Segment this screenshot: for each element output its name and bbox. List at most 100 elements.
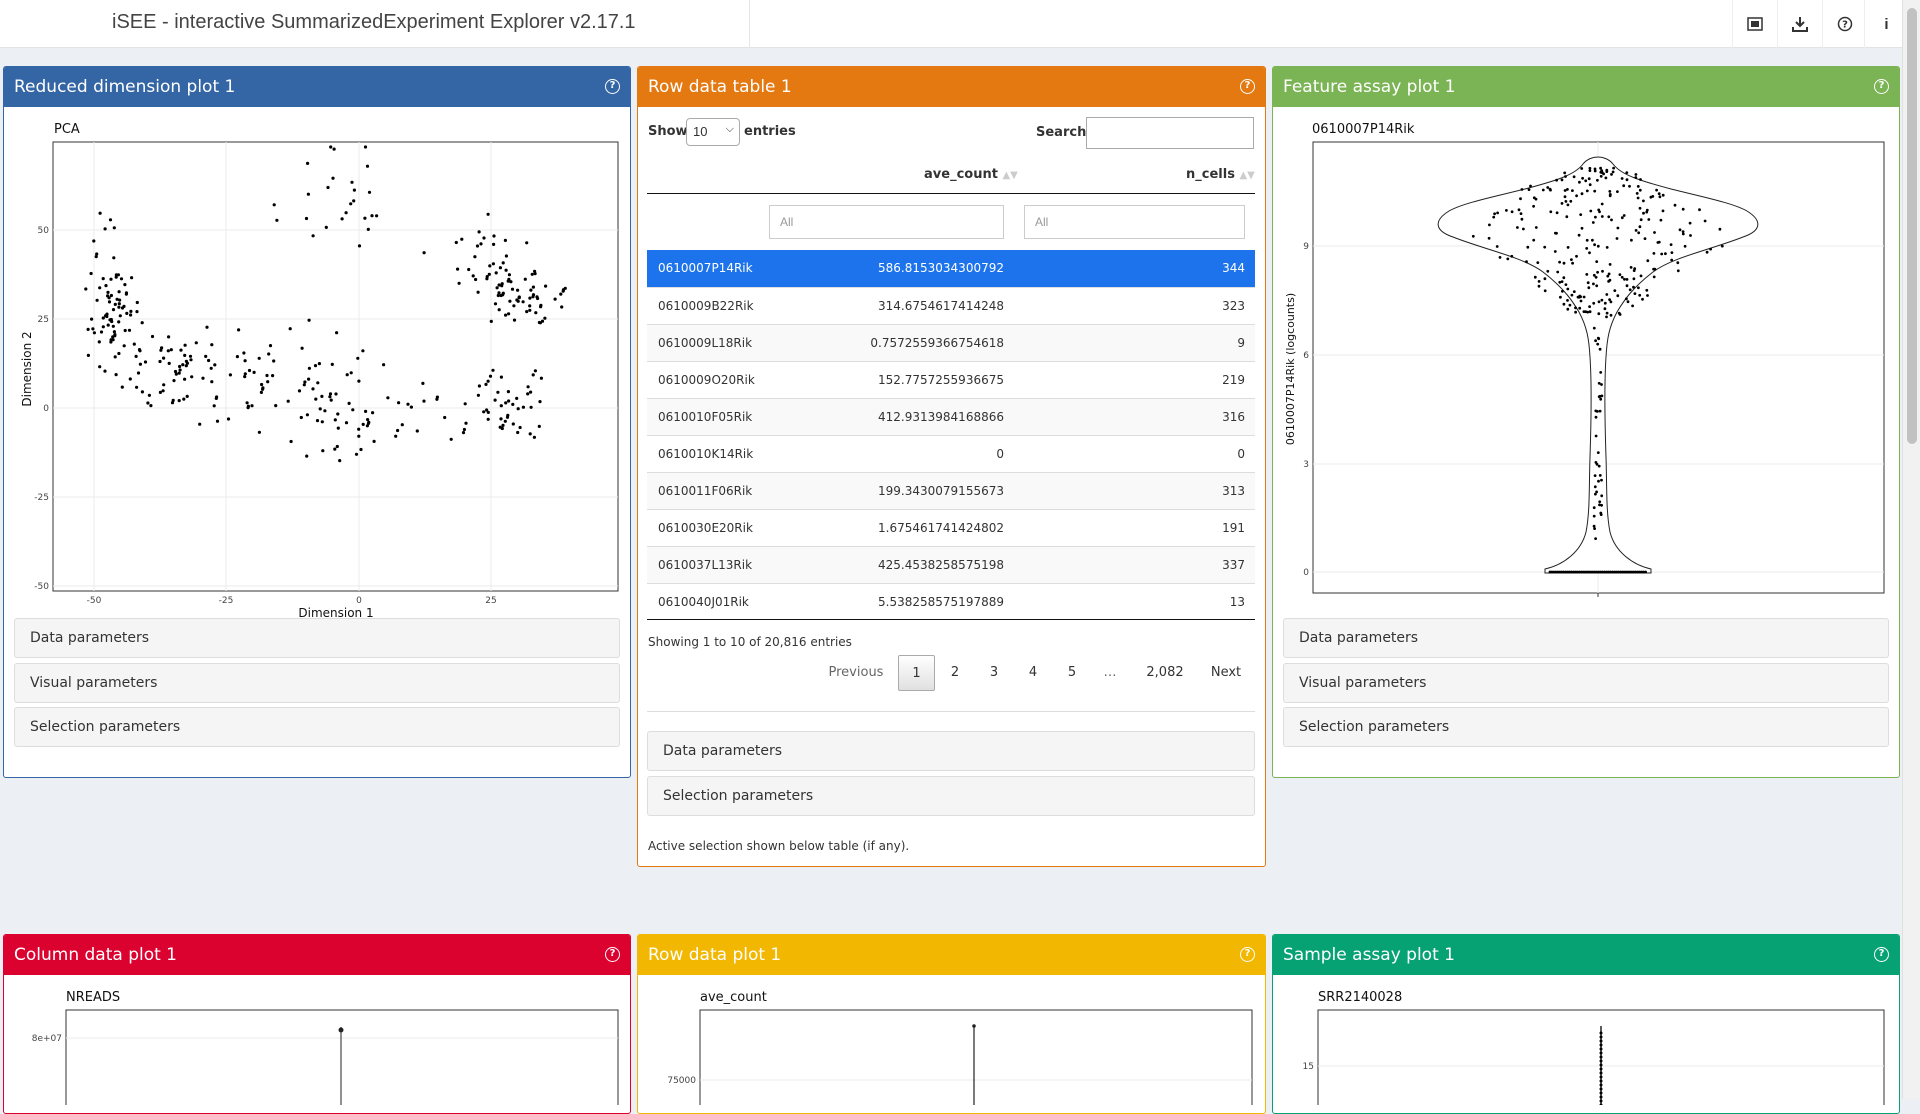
scatter-point <box>112 330 116 334</box>
panel-header: Row data table 1 ? <box>638 67 1265 107</box>
violin-point <box>1633 267 1637 271</box>
help-icon[interactable]: ? <box>605 947 620 962</box>
data-parameters-section[interactable]: Data parameters <box>14 618 620 658</box>
help-icon[interactable]: ? <box>605 79 620 94</box>
violin-point <box>1639 274 1643 278</box>
table-row[interactable]: 0610030E20Rik 1.675461741424802 191 <box>647 509 1255 546</box>
table-row[interactable]: 0610009O20Rik 152.7757255936675 219 <box>647 361 1255 398</box>
pager-next[interactable]: Next <box>1205 655 1247 691</box>
column-data-plot[interactable]: NREADS 8e+07 <box>4 975 630 1105</box>
violin-point <box>1527 188 1531 191</box>
violin-point <box>1616 226 1620 230</box>
scatter-point <box>183 343 187 347</box>
violin-point <box>1599 1099 1603 1103</box>
violin-point <box>1599 174 1603 178</box>
violin-point <box>1575 194 1578 198</box>
pca-plot[interactable]: PCA -50 -25 0 25 50 25 0 -25 -50 Dimensi… <box>4 107 630 627</box>
pager-page-1[interactable]: 1 <box>898 655 935 691</box>
selection-parameters-section[interactable]: Selection parameters <box>14 707 620 747</box>
violin-point <box>1574 306 1577 310</box>
column-header-n-cells[interactable]: n_cells ▲▼ <box>1186 167 1255 182</box>
scatter-point <box>507 273 511 277</box>
y-tick: 75000 <box>667 1076 696 1086</box>
violin-point <box>1639 178 1642 181</box>
selection-parameters-section[interactable]: Selection parameters <box>1283 707 1889 747</box>
pager-page-5[interactable]: 5 <box>1057 655 1087 691</box>
violin-point <box>1599 1035 1603 1039</box>
svg-text:?: ? <box>1842 20 1848 31</box>
scatter-point <box>320 420 324 424</box>
question-icon[interactable]: ? <box>1822 0 1866 48</box>
scatter-point <box>315 419 320 423</box>
scatter-point <box>181 363 185 367</box>
data-parameters-section[interactable]: Data parameters <box>1283 618 1889 658</box>
sample-assay-plot[interactable]: SRR2140028 15 <box>1273 975 1899 1105</box>
table-row[interactable]: 0610037L13Rik 425.4538258575198 337 <box>647 546 1255 583</box>
scatter-point <box>98 365 102 369</box>
pager-previous[interactable]: Previous <box>823 655 889 691</box>
scatter-point <box>479 242 483 246</box>
violin-point <box>1594 461 1598 464</box>
help-icon[interactable]: ? <box>1874 947 1889 962</box>
table-row[interactable]: 0610010F05Rik 412.9313984168866 316 <box>647 398 1255 435</box>
page-scrollbar[interactable] <box>1902 0 1920 1099</box>
help-icon[interactable]: ? <box>1240 947 1255 962</box>
scatter-point <box>250 404 254 408</box>
violin-point <box>1608 193 1612 196</box>
pager-page-4[interactable]: 4 <box>1018 655 1048 691</box>
ave-count-cell: 0 <box>996 447 1004 461</box>
visual-parameters-section[interactable]: Visual parameters <box>1283 663 1889 703</box>
violin-point <box>1643 237 1647 241</box>
screenshot-icon[interactable] <box>1732 0 1776 48</box>
ave-count-filter[interactable]: All <box>769 205 1004 239</box>
violin-point <box>1620 177 1624 180</box>
table-row[interactable]: 0610009L18Rik 0.7572559366754618 9 <box>647 324 1255 361</box>
visual-parameters-section[interactable]: Visual parameters <box>14 663 620 703</box>
violin-point <box>1587 286 1591 290</box>
selection-parameters-section[interactable]: Selection parameters <box>647 776 1255 816</box>
scatter-point <box>488 264 492 268</box>
row-name-cell: 0610011F06Rik <box>658 484 753 498</box>
violin-plot[interactable]: 0610007P14Rik 9 6 3 0 0610007P14Rik (log… <box>1273 107 1899 627</box>
column-data-panel: Column data plot 1 ? NREADS 8e+07 <box>3 934 631 1114</box>
violin-point <box>1562 302 1566 306</box>
violin-point <box>1605 315 1608 319</box>
violin-point <box>1600 169 1604 172</box>
violin-point <box>1638 225 1642 229</box>
scatter-point <box>265 373 269 378</box>
scatter-point <box>335 444 339 449</box>
help-icon[interactable]: ? <box>1874 79 1889 94</box>
n-cells-filter[interactable]: All <box>1024 205 1245 239</box>
page-size-select[interactable]: 10 ⌵ <box>686 118 740 146</box>
scatter-point <box>529 288 533 292</box>
ave-count-cell: 412.9313984168866 <box>878 410 1004 424</box>
scatter-point <box>525 241 529 245</box>
table-row[interactable]: 0610010K14Rik 0 0 <box>647 435 1255 472</box>
search-input[interactable] <box>1086 117 1254 149</box>
table-row[interactable]: 0610009B22Rik 314.6754617414248 323 <box>647 287 1255 324</box>
scatter-point <box>531 373 535 377</box>
scrollbar-thumb[interactable] <box>1907 8 1917 444</box>
pager-page-3[interactable]: 3 <box>979 655 1009 691</box>
scatter-point <box>488 374 493 378</box>
scatter-point <box>170 401 175 405</box>
table-row[interactable]: 0610040J01Rik 5.538258575197889 13 <box>647 583 1255 620</box>
violin-point <box>1498 256 1502 259</box>
scatter-point <box>528 308 532 312</box>
scatter-point <box>198 422 202 426</box>
violin-point <box>1661 209 1665 213</box>
violin-point <box>1506 257 1510 261</box>
scatter-point <box>476 393 480 397</box>
table-row[interactable]: 0610007P14Rik 586.8153034300792 344 <box>647 250 1255 287</box>
scatter-point <box>299 415 303 420</box>
data-parameters-section[interactable]: Data parameters <box>647 731 1255 771</box>
column-header-ave-count[interactable]: ave_count ▲▼ <box>924 167 1018 182</box>
table-row[interactable]: 0610011F06Rik 199.3430079155673 313 <box>647 472 1255 509</box>
row-data-plot[interactable]: ave_count 75000 <box>638 975 1265 1105</box>
pager-page-2[interactable]: 2 <box>940 655 970 691</box>
help-icon[interactable]: ? <box>1240 79 1255 94</box>
scatter-point <box>173 369 178 374</box>
download-icon[interactable] <box>1777 0 1821 48</box>
scatter-point <box>394 434 398 438</box>
pager-page-last[interactable]: 2,082 <box>1140 655 1190 691</box>
